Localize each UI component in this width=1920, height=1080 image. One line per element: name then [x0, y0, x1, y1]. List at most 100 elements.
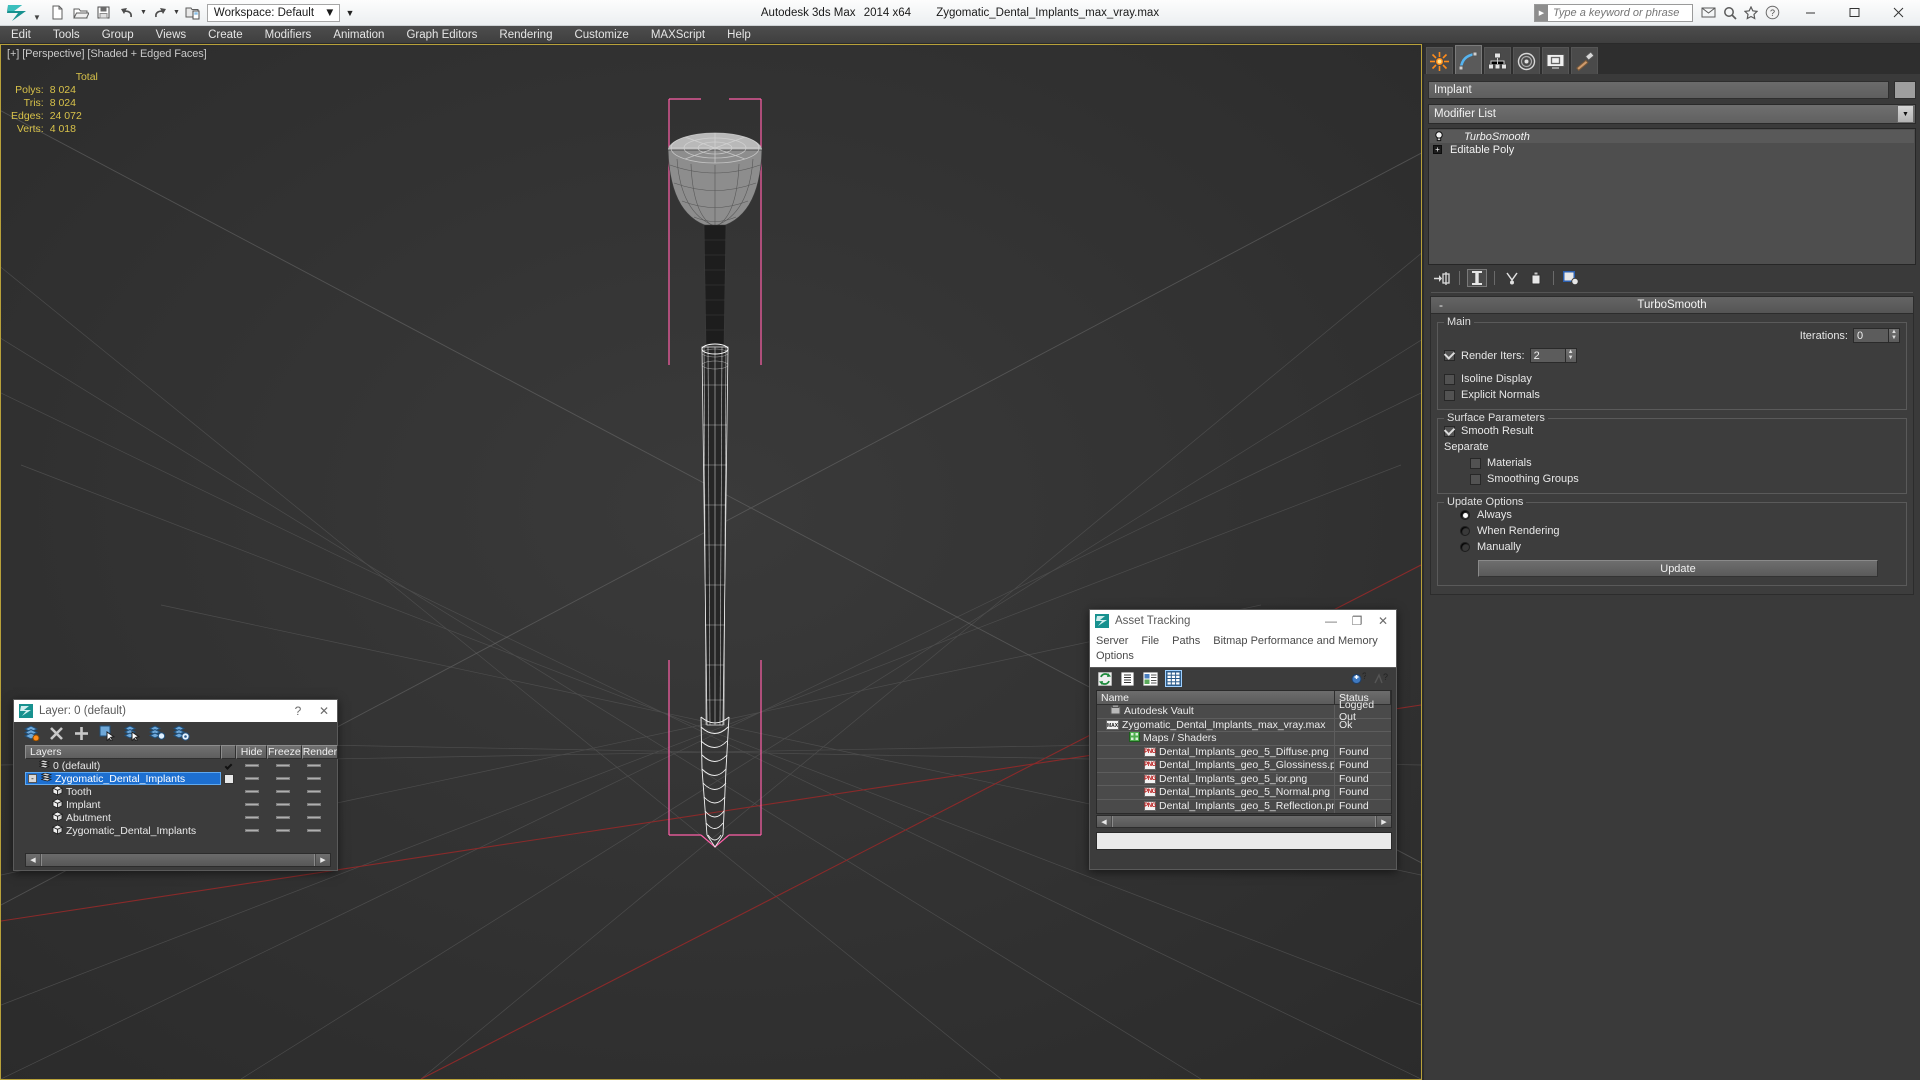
current-layer-cell[interactable]: [221, 759, 236, 772]
asset-menu-bitmap-performance[interactable]: Bitmap Performance and Memory: [1213, 634, 1377, 649]
asset-row-max-file[interactable]: MAX Zygomatic_Dental_Implants_max_vray.m…: [1097, 718, 1391, 732]
project-folder-icon[interactable]: [182, 2, 204, 24]
column-hide[interactable]: Hide: [236, 745, 267, 759]
when-rendering-radio[interactable]: [1460, 526, 1470, 536]
iterations-spin-buttons[interactable]: ▲ ▼: [1889, 328, 1900, 343]
scroll-right-icon[interactable]: ▶: [316, 854, 330, 866]
object-name-cell[interactable]: Abutment: [25, 811, 221, 824]
detail-view-icon[interactable]: [1142, 670, 1159, 687]
new-file-icon[interactable]: [47, 2, 69, 24]
asset-menu-options[interactable]: Options: [1096, 649, 1134, 664]
column-layers[interactable]: Layers: [25, 745, 221, 759]
modifier-list-dropdown[interactable]: Modifier List ▼: [1428, 104, 1916, 124]
display-tab[interactable]: [1542, 47, 1569, 74]
menu-views[interactable]: Views: [145, 26, 197, 44]
hide-cell[interactable]: [236, 785, 267, 798]
render-iters-spinner[interactable]: ▲▼: [1529, 348, 1577, 363]
menu-group[interactable]: Group: [91, 26, 145, 44]
configure-modifier-sets-icon[interactable]: [1561, 269, 1581, 287]
subscription-icon[interactable]: [1744, 5, 1758, 20]
layer-row-zygomatic-dental-implants-object[interactable]: Zygomatic_Dental_Implants: [25, 824, 334, 837]
layer-row-abutment[interactable]: Abutment: [25, 811, 334, 824]
render-cell[interactable]: [298, 824, 329, 837]
help-circle-icon[interactable]: ?: [1765, 5, 1780, 20]
hide-cell[interactable]: [236, 824, 267, 837]
show-end-result-icon[interactable]: [1467, 269, 1487, 287]
motion-tab[interactable]: [1513, 47, 1540, 74]
asset-row-diffuse[interactable]: PNG Dental_Implants_geo_5_Diffuse.png Fo…: [1097, 745, 1391, 759]
light-bulb-icon[interactable]: [1433, 131, 1444, 142]
render-cell[interactable]: [298, 785, 329, 798]
menu-help[interactable]: Help: [716, 26, 762, 44]
asset-row-vault[interactable]: Autodesk Vault Logged Out: [1097, 699, 1391, 723]
asset-row-normal[interactable]: PNG Dental_Implants_geo_5_Normal.png Fou…: [1097, 786, 1391, 800]
stack-item-editable-poly[interactable]: + Editable Poly: [1430, 143, 1914, 156]
asset-menu-paths[interactable]: Paths: [1172, 634, 1200, 649]
iterations-spinner[interactable]: ▲▼: [1853, 328, 1900, 343]
isoline-display-checkbox[interactable]: [1444, 373, 1455, 385]
update-when-rendering-row[interactable]: When Rendering: [1444, 523, 1900, 539]
separate-materials-row[interactable]: Materials: [1444, 455, 1900, 471]
explicit-normals-row[interactable]: Explicit Normals: [1444, 387, 1900, 403]
hierarchy-tab[interactable]: [1484, 47, 1511, 74]
asset-row-maps-shaders[interactable]: Maps / Shaders: [1097, 732, 1391, 746]
scrollbar-thumb[interactable]: [1112, 816, 1376, 827]
help-icon[interactable]: ?: [1373, 670, 1390, 687]
logo-dropdown-caret-icon[interactable]: ▼: [33, 13, 41, 25]
scroll-left-icon[interactable]: ◀: [26, 854, 40, 866]
redo-icon[interactable]: [149, 2, 171, 24]
dental-implant-model[interactable]: [1, 45, 1421, 1079]
menu-maxscript[interactable]: MAXScript: [640, 26, 716, 44]
redo-dropdown-caret-icon[interactable]: ▼: [172, 9, 181, 16]
layer-name-cell[interactable]: - Zygomatic_Dental_Implants: [25, 772, 221, 785]
hide-cell[interactable]: [236, 759, 267, 772]
make-unique-icon[interactable]: [1502, 269, 1522, 287]
hide-cell[interactable]: [236, 811, 267, 824]
manually-radio[interactable]: [1460, 542, 1470, 552]
render-iters-input[interactable]: [1529, 348, 1566, 363]
object-name-cell[interactable]: Tooth: [25, 785, 221, 798]
menu-graph-editors[interactable]: Graph Editors: [395, 26, 488, 44]
viewport-perspective[interactable]: [+] [Perspective] [Shaded + Edged Faces]…: [0, 44, 1422, 1080]
utilities-tab[interactable]: [1571, 47, 1598, 74]
open-file-icon[interactable]: [70, 2, 92, 24]
grid-view-icon[interactable]: [1165, 670, 1182, 687]
freeze-cell[interactable]: [267, 811, 298, 824]
update-always-row[interactable]: Always: [1444, 507, 1900, 523]
create-new-layer-icon[interactable]: [23, 725, 40, 742]
column-freeze[interactable]: Freeze: [267, 745, 302, 759]
layer-row-0-default[interactable]: 0 (default): [25, 759, 334, 772]
asset-menu-server[interactable]: Server: [1096, 634, 1128, 649]
refresh-icon[interactable]: [1096, 670, 1113, 687]
delete-layer-icon[interactable]: [48, 725, 65, 742]
infocenter-icon[interactable]: [1701, 6, 1716, 20]
rollout-header[interactable]: - TurboSmooth: [1431, 297, 1913, 314]
pin-stack-icon[interactable]: [1432, 269, 1452, 287]
render-cell[interactable]: [298, 811, 329, 824]
menu-animation[interactable]: Animation: [322, 26, 395, 44]
freeze-cell[interactable]: [267, 759, 298, 772]
menu-modifiers[interactable]: Modifiers: [254, 26, 323, 44]
menu-rendering[interactable]: Rendering: [488, 26, 563, 44]
render-cell[interactable]: [298, 759, 329, 772]
object-name-cell[interactable]: Zygomatic_Dental_Implants: [25, 824, 221, 837]
column-render[interactable]: Render: [301, 745, 339, 759]
separate-smoothing-groups-row[interactable]: Smoothing Groups: [1444, 471, 1900, 487]
save-file-icon[interactable]: [93, 2, 115, 24]
layer-row-implant[interactable]: Implant: [25, 798, 334, 811]
asset-dialog-titlebar[interactable]: Asset Tracking — ❐ ✕: [1090, 610, 1396, 632]
maximize-button[interactable]: [1832, 0, 1876, 26]
search-input[interactable]: [1548, 4, 1692, 21]
update-manually-row[interactable]: Manually: [1444, 539, 1900, 555]
layer-row-tooth[interactable]: Tooth: [25, 785, 334, 798]
layer-horizontal-scrollbar[interactable]: ◀ ▶: [25, 853, 331, 867]
asset-close-button[interactable]: ✕: [1370, 610, 1396, 632]
render-cell[interactable]: [298, 798, 329, 811]
minimize-button[interactable]: [1788, 0, 1832, 26]
modify-tab[interactable]: [1455, 45, 1482, 74]
render-cell[interactable]: [298, 772, 329, 785]
app-logo-icon[interactable]: [2, 1, 32, 25]
update-button[interactable]: Update: [1478, 560, 1878, 577]
materials-checkbox[interactable]: [1470, 457, 1481, 469]
menu-customize[interactable]: Customize: [563, 26, 639, 44]
